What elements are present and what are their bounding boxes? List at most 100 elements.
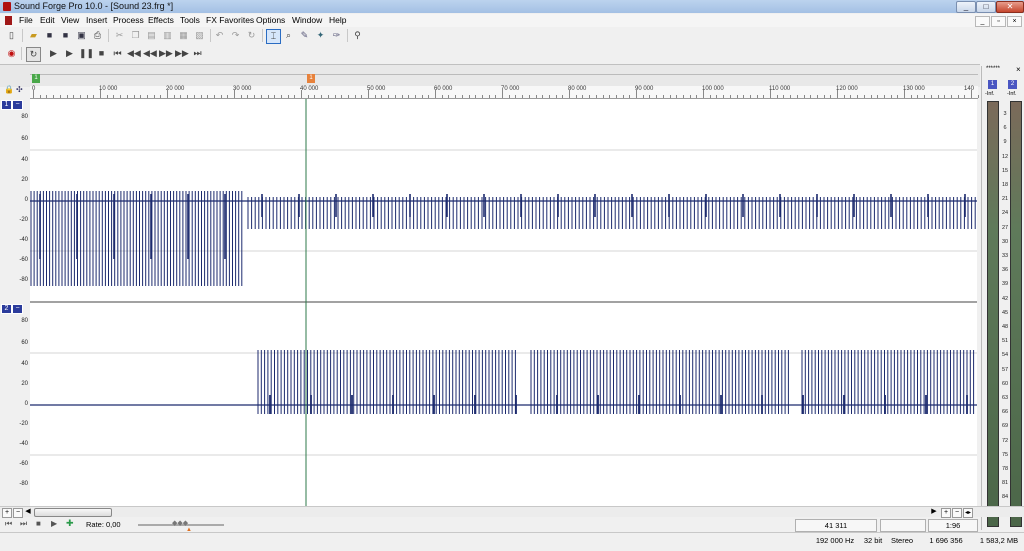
go-to-end-icon[interactable]: ⏭ <box>191 47 204 60</box>
channel-1-badge[interactable]: 1 <box>1 100 12 110</box>
menu-edit[interactable]: Edit <box>40 15 55 25</box>
ruler-tick <box>857 95 859 98</box>
rewind-icon[interactable]: ◀◀ <box>127 47 141 60</box>
ruler-tick <box>334 95 336 98</box>
open-folder-icon[interactable]: ▰ <box>27 29 40 42</box>
paste-icon[interactable]: ▤ <box>145 29 158 42</box>
mdi-close-button[interactable]: × <box>1007 16 1022 27</box>
waveform-view[interactable] <box>30 99 977 506</box>
ruler-tick <box>307 95 309 98</box>
ruler-tick <box>622 95 624 98</box>
marker-start[interactable]: 1 <box>32 74 40 83</box>
pause-icon[interactable]: ❚❚ <box>79 47 94 60</box>
menu-fx-favorites[interactable]: FX Favorites <box>206 15 254 25</box>
ruler-tick <box>703 90 704 98</box>
ruler-tick <box>548 95 550 98</box>
save-icon[interactable]: ■ <box>43 29 56 42</box>
close-button[interactable]: ✕ <box>996 1 1024 13</box>
time-ruler[interactable]: 0 10 000 20 000 30 000 40 000 50 000 60 … <box>30 86 986 99</box>
mdi-minimize-button[interactable]: _ <box>975 16 990 27</box>
menu-view[interactable]: View <box>61 15 79 25</box>
maximize-button[interactable]: □ <box>976 1 996 13</box>
scroll-right-icon[interactable]: ▶ <box>930 508 938 516</box>
menu-file[interactable]: File <box>19 15 33 25</box>
crop-icon[interactable]: ▦ <box>177 29 190 42</box>
meter-scale-label: 24 <box>1001 210 1009 217</box>
marker-cursor[interactable]: 1 <box>307 74 315 83</box>
ruler-tick <box>729 95 731 98</box>
menu-help[interactable]: Help <box>329 15 346 25</box>
menu-insert[interactable]: Insert <box>86 15 107 25</box>
print-icon[interactable]: ⎙ <box>91 29 104 42</box>
menu-options[interactable]: Options <box>256 15 285 25</box>
data-window-header: 1 1 🔒 ✣ <box>0 64 980 94</box>
record-icon[interactable]: ◉ <box>5 47 18 60</box>
copy-icon[interactable]: ❐ <box>129 29 142 42</box>
zoom-ratio[interactable]: 1:96 <box>928 519 978 532</box>
pencil-tool-icon[interactable]: ✎ <box>298 29 311 42</box>
forward-fast-icon[interactable]: ▶▶ <box>175 47 189 60</box>
rewind-fast-icon[interactable]: ◀◀ <box>143 47 157 60</box>
stop-icon[interactable]: ■ <box>36 519 41 528</box>
ruler-tick <box>227 95 229 98</box>
selection-length-box[interactable] <box>880 519 926 532</box>
ruler-tick <box>689 95 691 98</box>
lock-icon[interactable]: 🔒 <box>4 85 14 94</box>
menu-window[interactable]: Window <box>292 15 322 25</box>
redo-icon[interactable]: ↷ <box>229 29 242 42</box>
loop-icon[interactable]: ↻ <box>26 47 41 62</box>
menu-process[interactable]: Process <box>113 15 144 25</box>
play-icon[interactable]: ▶ <box>63 47 76 60</box>
minimize-button[interactable]: _ <box>956 1 976 13</box>
menu-effects[interactable]: Effects <box>148 15 174 25</box>
go-start-icon[interactable]: ⏮ <box>5 519 12 529</box>
meter-scale-label: 3 <box>1003 111 1007 117</box>
channel-2-collapse-button[interactable]: − <box>12 304 23 314</box>
cursor-position[interactable]: 41 311 <box>795 519 877 532</box>
channel-1-collapse-button[interactable]: − <box>12 100 23 110</box>
event-tool-icon[interactable]: ✑ <box>330 29 343 42</box>
save-all-icon[interactable]: ▣ <box>75 29 88 42</box>
play-all-icon[interactable]: ▶ <box>47 47 60 60</box>
forward-icon[interactable]: ▶▶ <box>159 47 173 60</box>
stop-icon[interactable]: ■ <box>95 47 108 60</box>
scroll-thumb[interactable] <box>34 508 112 517</box>
snap-icon[interactable]: ⚲ <box>351 29 364 42</box>
meter-close-icon[interactable]: × <box>1016 65 1021 74</box>
toolbar-separator <box>262 29 263 42</box>
undo-icon[interactable]: ↶ <box>213 29 226 42</box>
rate-slider-thumb[interactable]: ◆◆◆ <box>172 519 190 527</box>
repeat-icon[interactable]: ↻ <box>245 29 258 42</box>
ruler-tick <box>562 95 564 98</box>
horizontal-scrollbar-area: + − ◀ ▶ + − ◂▸ <box>0 506 1024 518</box>
ruler-tick <box>971 90 972 98</box>
mix-icon[interactable]: ▥ <box>161 29 174 42</box>
magnify-tool-icon[interactable]: ⌕ <box>282 29 295 42</box>
go-to-start-icon[interactable]: ⏮ <box>111 47 124 60</box>
mdi-restore-button[interactable]: ▫ <box>991 16 1006 27</box>
scale-label: 80 <box>21 318 28 324</box>
scroll-left-icon[interactable]: ◀ <box>24 508 32 516</box>
snap-ruler-icon[interactable]: ✣ <box>16 85 23 94</box>
save-as-icon[interactable]: ■ <box>59 29 72 42</box>
ruler-tick <box>301 90 302 98</box>
ruler-tick <box>254 95 256 98</box>
go-end-icon[interactable]: ⏭ <box>20 519 27 529</box>
add-icon[interactable]: ✚ <box>66 518 74 529</box>
ruler-tick <box>321 95 323 98</box>
new-file-icon[interactable]: ▯ <box>5 29 18 42</box>
ruler-tick <box>421 95 423 98</box>
meter-scale-label: 6 <box>1003 125 1007 132</box>
ruler-tick <box>816 95 818 98</box>
ruler-tick <box>575 95 577 98</box>
menu-tools[interactable]: Tools <box>180 15 200 25</box>
ruler-tick <box>883 95 885 98</box>
envelope-tool-icon[interactable]: ✦ <box>314 29 327 42</box>
trim-icon[interactable]: ▧ <box>193 29 206 42</box>
cut-icon[interactable]: ✂ <box>113 29 126 42</box>
edit-tool-icon[interactable]: ⌶ <box>266 29 281 44</box>
play-icon[interactable]: ▶ <box>51 519 57 528</box>
ruler-tick <box>522 95 524 98</box>
ruler-tick <box>79 95 81 98</box>
channel-2-badge[interactable]: 2 <box>1 304 12 314</box>
